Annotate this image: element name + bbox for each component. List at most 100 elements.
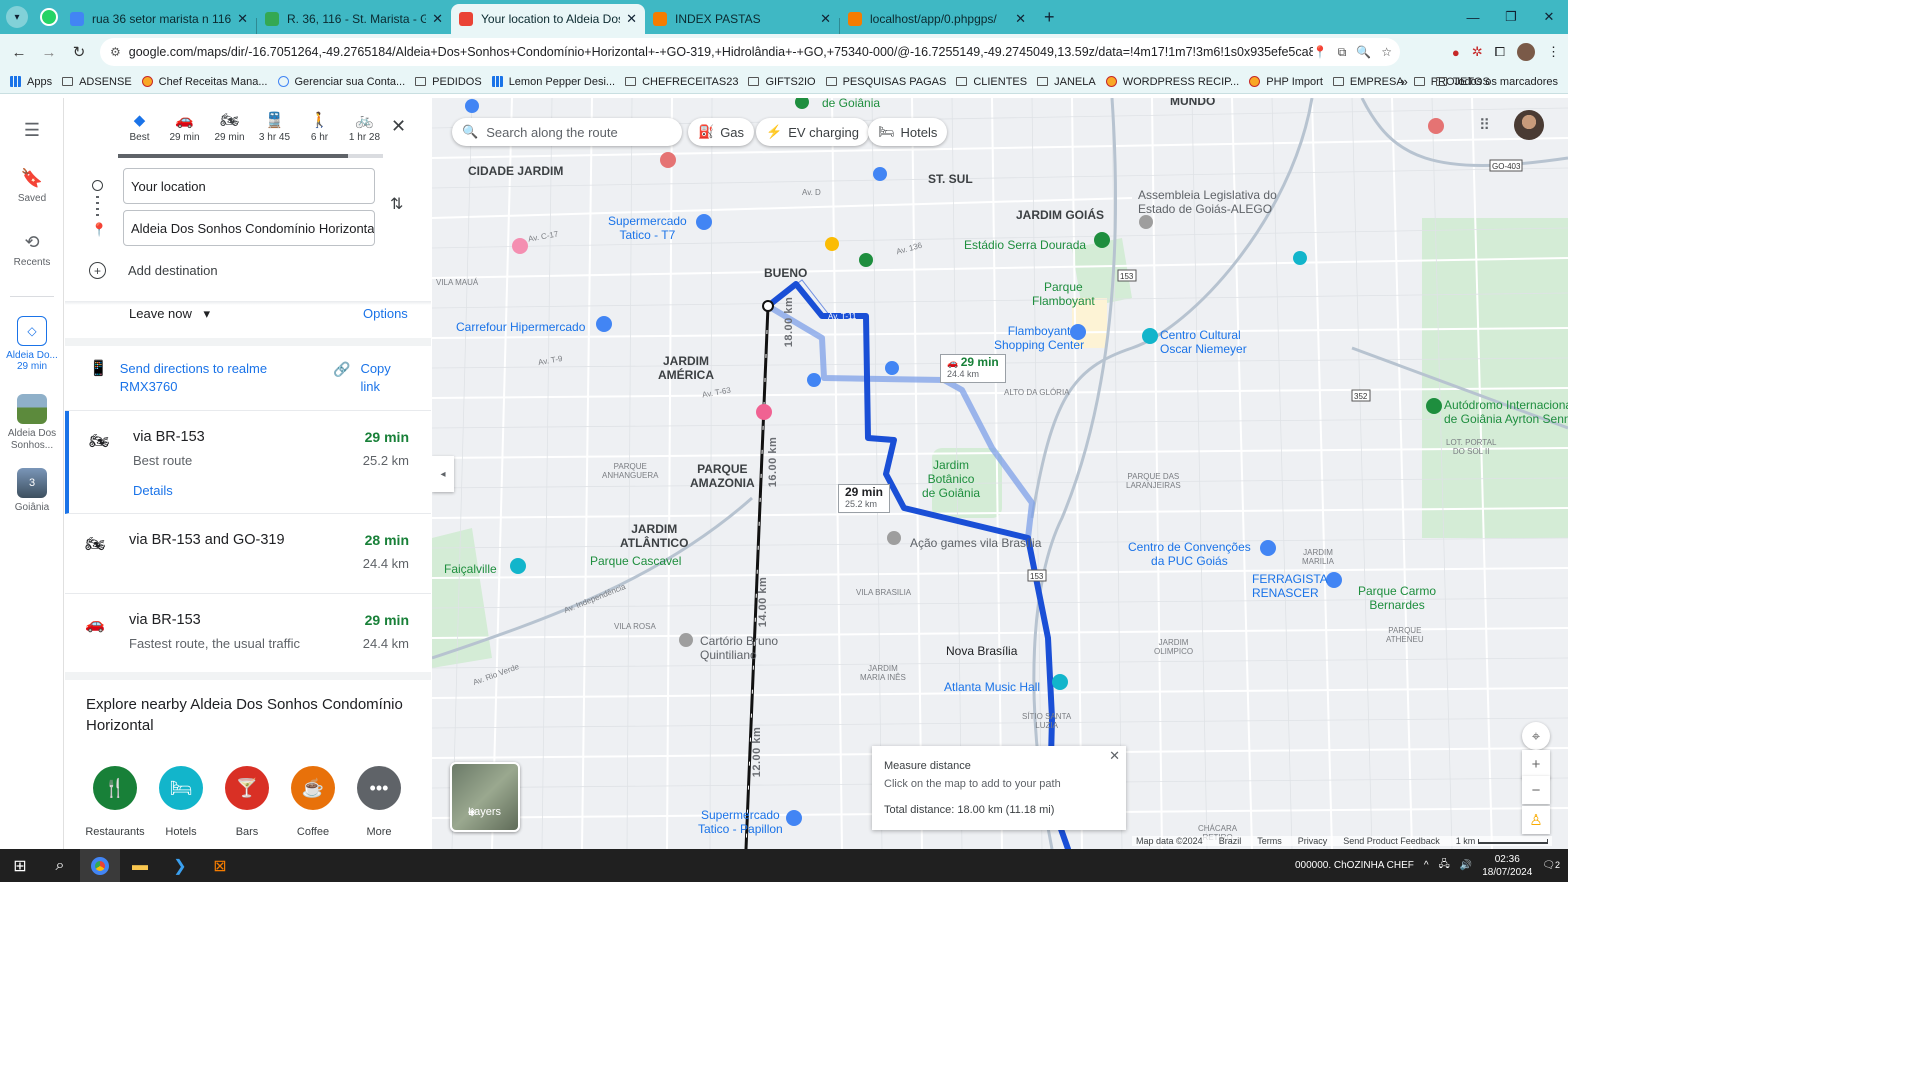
search-icon[interactable]: ⌕ (40, 849, 80, 882)
zoom-icon[interactable]: 🔍 (1356, 45, 1371, 60)
rail-saved[interactable]: 🔖 Saved (0, 168, 64, 204)
chip-ev-charging[interactable]: ⚡ EV charging (756, 118, 870, 146)
route-tip-alt[interactable]: 🚗 29 min 24.4 km (940, 354, 1006, 383)
extension-red-icon[interactable]: ● (1452, 45, 1460, 60)
map-label-carrefour[interactable]: Carrefour Hipermercado (456, 320, 585, 334)
add-destination-button[interactable]: + Add destination (89, 262, 218, 279)
extension-gear-icon[interactable]: ✲ (1472, 44, 1483, 60)
map-label-parque-cascavel[interactable]: Parque Cascavel (590, 554, 681, 568)
map-label-supermercado-papillon[interactable]: Supermercado Tatico - Papillon (698, 808, 783, 836)
route-option[interactable]: 🏍 via BR-153 and GO-319 28 min 24.4 km (65, 514, 431, 594)
map-label-ferragista[interactable]: FERRAGISTA RENASCER (1252, 572, 1328, 600)
map-label-flamboyant-shopping[interactable]: Flamboyant Shopping Center (994, 324, 1084, 352)
map-label-parque-flamboyant[interactable]: Parque Flamboyant (1032, 280, 1095, 308)
layers-button[interactable]: ◈ Layers (450, 762, 520, 832)
travel-mode-walk[interactable]: 🚶 6 hr (297, 108, 342, 143)
extensions-puzzle-icon[interactable]: ⧠ (1495, 44, 1505, 60)
map-label-acao-games[interactable]: Ação games vila Brasília (910, 536, 1041, 550)
travel-mode-car[interactable]: 🚗 29 min (162, 108, 207, 143)
bookmark-item[interactable]: WORDPRESS RECIP... (1105, 76, 1239, 88)
tray-text[interactable]: 000000. ChOZINHA CHEF (1295, 860, 1414, 871)
map-label-parque-carmo[interactable]: Parque Carmo Bernardes (1358, 584, 1436, 612)
copy-link-button[interactable]: 🔗 Copy link (333, 360, 398, 396)
bookmark-item[interactable]: JANELA (1037, 76, 1096, 88)
restore-button[interactable]: ❐ (1492, 0, 1530, 34)
zoom-in-button[interactable]: + (1522, 750, 1550, 778)
address-bar[interactable]: ⚙ google.com/maps/dir/-16.7051264,-49.27… (100, 38, 1400, 66)
travel-mode-motorcycle[interactable]: 🏍 29 min (207, 108, 252, 143)
travel-mode-bike[interactable]: 🚲 1 hr 28 (342, 108, 387, 143)
xampp-icon[interactable]: ⊠ (200, 849, 240, 882)
swap-waypoints-button[interactable]: ⇅ (390, 194, 403, 214)
bookmark-item[interactable]: EMPRESA (1332, 76, 1404, 88)
collapse-panel-button[interactable]: ◂ (432, 456, 454, 492)
chrome-taskbar-icon[interactable] (80, 849, 120, 882)
browser-tab[interactable]: localhost/app/0.phpgps/ ✕ (840, 4, 1034, 34)
explore-hotels-button[interactable]: 🛏 Hotels (151, 766, 211, 838)
close-directions-button[interactable]: ✕ (391, 116, 406, 137)
leave-now-dropdown[interactable]: Leave now ▾ (129, 306, 210, 322)
back-button[interactable]: ← (4, 37, 34, 67)
reload-button[interactable]: ↻ (64, 37, 94, 67)
bookmark-item[interactable]: CHEFRECEITAS23 (625, 76, 738, 88)
rail-recents[interactable]: ⟲ Recents (0, 232, 64, 268)
browser-tab[interactable]: Your location to Aldeia Dos Son ✕ (451, 4, 645, 34)
map-label-centro-cultural[interactable]: Centro Cultural Oscar Niemeyer (1160, 328, 1247, 356)
rail-place-goiania[interactable]: 3 Goiânia (0, 468, 64, 513)
my-location-button[interactable]: ⌖ (1522, 722, 1550, 750)
map-label-centro-convencoes[interactable]: Centro de Convenções da PUC Goiás (1128, 540, 1251, 568)
send-directions-link[interactable]: 📱 Send directions to realme RMX3760 (89, 360, 280, 396)
bookmark-item[interactable]: Chef Receitas Mana... (141, 76, 268, 88)
search-along-route-input[interactable]: 🔍 Search along the route (452, 118, 682, 146)
url-text[interactable]: google.com/maps/dir/-16.7051264,-49.2765… (129, 45, 1313, 59)
explore-more-button[interactable]: ••• More (349, 766, 409, 838)
bookmark-item[interactable]: ADSENSE (62, 76, 132, 88)
bookmark-item[interactable]: GIFTS2IO (748, 76, 816, 88)
travel-mode-transit[interactable]: 🚆 3 hr 45 (252, 108, 297, 143)
notifications-icon[interactable]: 🗨2 (1542, 860, 1560, 871)
google-apps-icon[interactable]: ⠿ (1479, 116, 1490, 134)
site-info-icon[interactable]: ⚙ (110, 45, 121, 59)
forward-button[interactable]: → (34, 37, 64, 67)
close-tab-icon[interactable]: ✕ (432, 11, 443, 27)
footer-brazil-link[interactable]: Brazil (1219, 836, 1242, 846)
pinned-tab-whatsapp[interactable] (36, 4, 62, 30)
map-label-faicalville[interactable]: Faiçalville (444, 562, 497, 576)
scale-bar[interactable]: 1 km (1456, 836, 1548, 846)
map-label-autodromo[interactable]: Autódromo Internacional de Goiânia Ayrto… (1444, 398, 1568, 426)
map-label-assembleia[interactable]: Assembleia Legislativa do Estado de Goiá… (1138, 188, 1277, 216)
chip-hotels[interactable]: 🛏 Hotels (868, 118, 948, 146)
route-tip-main[interactable]: 29 min 25.2 km (838, 484, 891, 513)
map-label-atlanta[interactable]: Atlanta Music Hall (944, 680, 1040, 694)
browser-tab[interactable]: rua 36 setor marista n 116 - Go ✕ (62, 4, 256, 34)
map-canvas[interactable]: 153 153 352 GO-403 CIDADE JARDIM ST. SUL… (432, 98, 1568, 849)
file-explorer-icon[interactable]: ▬ (120, 849, 160, 882)
minimize-button[interactable]: — (1454, 0, 1492, 34)
close-window-button[interactable]: ✕ (1530, 0, 1568, 34)
close-measure-button[interactable]: ✕ (1109, 748, 1120, 764)
tray-chevron-icon[interactable]: ^ (1424, 860, 1429, 871)
explore-bars-button[interactable]: 🍸 Bars (217, 766, 277, 838)
close-tab-icon[interactable]: ✕ (237, 11, 248, 27)
map-label-estadio[interactable]: Estádio Serra Dourada (964, 238, 1086, 252)
bookmark-item[interactable]: Apps (10, 76, 52, 88)
account-avatar[interactable] (1514, 110, 1544, 140)
bookmark-item[interactable]: CLIENTES (956, 76, 1027, 88)
options-link[interactable]: Options (363, 306, 408, 321)
close-tab-icon[interactable]: ✕ (1015, 11, 1026, 27)
volume-icon[interactable]: 🔊 (1460, 860, 1472, 871)
close-tab-icon[interactable]: ✕ (820, 11, 831, 27)
rail-recent-directions[interactable]: ◇ Aldeia Do... 29 min (0, 316, 64, 372)
explore-restaurants-button[interactable]: 🍴 Restaurants (85, 766, 145, 838)
explore-coffee-button[interactable]: ☕ Coffee (283, 766, 343, 838)
close-tab-icon[interactable]: ✕ (626, 11, 637, 27)
rail-place-aldeia[interactable]: Aldeia Dos Sonhos... (0, 394, 64, 452)
browser-tab[interactable]: R. 36, 116 - St. Marista - Google ✕ (257, 4, 451, 34)
route-option[interactable]: 🏍 via BR-153 Best route 29 min 25.2 km D… (65, 411, 431, 514)
map-label-supermercado-t7[interactable]: Supermercado Tatico - T7 (608, 214, 687, 242)
windows-start-icon[interactable]: ⊞ (0, 849, 40, 882)
origin-input[interactable]: Your location (123, 168, 375, 204)
network-icon[interactable]: 🖧 (1439, 857, 1450, 874)
tab-search-button[interactable]: ▾ (6, 6, 28, 28)
profile-avatar[interactable] (1517, 43, 1535, 61)
